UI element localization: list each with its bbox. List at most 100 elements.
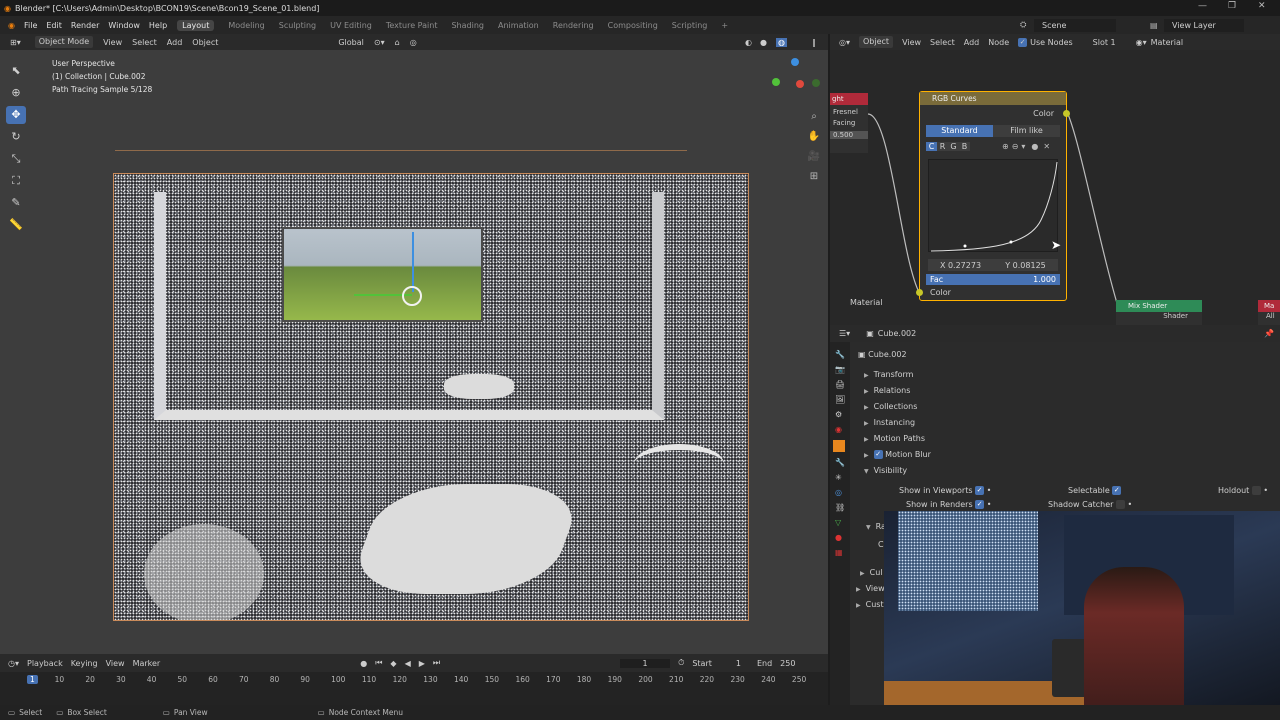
mode-dropdown[interactable]: Object Mode xyxy=(34,36,94,48)
curve-menu-icon[interactable]: ▾ xyxy=(1021,142,1025,151)
ortho-grid-icon[interactable]: ⊞ xyxy=(807,170,821,184)
menu-window[interactable]: Window xyxy=(108,21,140,30)
modifiers-tab-icon[interactable]: 🔧 xyxy=(835,458,850,467)
move-gizmo-z-arrow[interactable] xyxy=(412,232,414,292)
channel-g[interactable]: G xyxy=(948,142,959,151)
motion-blur-checkbox[interactable]: ✓ xyxy=(873,450,883,459)
object-name-field[interactable]: ▣ Cube.002 xyxy=(858,350,907,359)
camera-view-icon[interactable]: 🎥 xyxy=(807,150,821,164)
annotate-tool-icon[interactable]: ✎ xyxy=(6,194,26,212)
data-tab-icon[interactable]: ▽ xyxy=(835,518,850,527)
scene-tab-icon[interactable]: ⚙ xyxy=(835,410,850,419)
menu-select[interactable]: Select xyxy=(132,38,157,47)
panel-visibility[interactable]: ▼ Visibility xyxy=(864,466,907,475)
mix-shader-node[interactable]: Mix Shader Shader xyxy=(1116,300,1202,325)
select-tool-icon[interactable]: ⬉ xyxy=(6,62,26,80)
material-name-field[interactable]: Material xyxy=(1151,38,1184,47)
panel-motion-paths[interactable]: ▶ Motion Paths xyxy=(864,434,925,443)
rgb-curves-node[interactable]: RGB Curves Color Standard Film like C R … xyxy=(916,91,1070,301)
pivot-icon[interactable]: ⊙▾ xyxy=(374,38,385,47)
channel-c[interactable]: C xyxy=(926,142,937,151)
tab-scripting[interactable]: Scripting xyxy=(672,21,708,30)
end-frame-field[interactable]: 250 xyxy=(780,659,795,668)
keyframe-dot-icon[interactable]: • xyxy=(987,486,992,495)
zoom-icon[interactable]: ⌕ xyxy=(807,110,821,124)
tab-rendering[interactable]: Rendering xyxy=(553,21,594,30)
tab-animation[interactable]: Animation xyxy=(498,21,539,30)
tab-texture-paint[interactable]: Texture Paint xyxy=(386,21,438,30)
axis-y-icon[interactable] xyxy=(772,78,780,86)
panel-transform[interactable]: ▶ Transform xyxy=(864,370,913,379)
proportional-icon[interactable]: ◎ xyxy=(410,38,417,47)
cursor-tool-icon[interactable]: ⊕ xyxy=(6,84,26,102)
transform-tool-icon[interactable]: ⛶ xyxy=(6,172,26,190)
shading-material-icon[interactable]: ● xyxy=(760,38,767,47)
menu-view[interactable]: View xyxy=(103,38,122,47)
view-layer-tab-icon[interactable]: 🖼 xyxy=(835,395,850,404)
particles-tab-icon[interactable]: ✳ xyxy=(835,473,850,482)
menu-keying[interactable]: Keying xyxy=(71,659,98,668)
view-layer-field[interactable]: View Layer xyxy=(1164,18,1244,32)
node-editor-icon[interactable]: ◎▾ xyxy=(839,38,850,47)
menu-add[interactable]: Add xyxy=(167,38,183,47)
curve-graph[interactable] xyxy=(928,159,1058,252)
show-in-renders-checkbox[interactable]: ✓ xyxy=(975,500,985,509)
menu-node-select[interactable]: Select xyxy=(930,38,955,47)
jump-start-icon[interactable]: ⏮ xyxy=(375,658,382,668)
measure-tool-icon[interactable]: 📏 xyxy=(6,216,26,234)
timeline-ruler[interactable]: 1 10 20 30 40 50 60 70 80 90 100 110 120 130 140 150 160… xyxy=(0,673,828,687)
object-tab-icon[interactable] xyxy=(833,440,845,452)
use-nodes-checkbox[interactable]: ✓ xyxy=(1018,37,1028,47)
world-tab-icon[interactable]: ◉ xyxy=(835,425,850,434)
material-tab-icon[interactable]: ● xyxy=(835,533,850,542)
keyframe-dot-icon[interactable]: • xyxy=(987,500,992,509)
menu-render[interactable]: Render xyxy=(71,21,99,30)
menu-node[interactable]: Node xyxy=(988,38,1009,47)
panel-collections[interactable]: ▶ Collections xyxy=(864,402,917,411)
material-sphere-icon[interactable]: ◉▾ xyxy=(1136,38,1147,47)
record-icon[interactable]: ● xyxy=(360,659,367,668)
axis-x-icon[interactable] xyxy=(796,80,804,88)
panel-relations[interactable]: ▶ Relations xyxy=(864,386,910,395)
navigation-gizmo[interactable] xyxy=(768,58,824,118)
menu-timeline-view[interactable]: View xyxy=(106,659,125,668)
blender-menu-icon[interactable]: ◉ xyxy=(8,21,15,30)
zoom-out-icon[interactable]: ⊖ xyxy=(1012,142,1019,151)
menu-playback[interactable]: Playback xyxy=(27,659,63,668)
tab-shading[interactable]: Shading xyxy=(451,21,484,30)
toggle-sidebar-icon[interactable]: ‖ xyxy=(812,38,816,47)
move-gizmo-center[interactable] xyxy=(402,286,422,306)
panel-instancing[interactable]: ▶ Instancing xyxy=(864,418,915,427)
prev-key-icon[interactable]: ◆ xyxy=(390,659,396,668)
render-tab-icon[interactable]: 📷 xyxy=(835,365,850,374)
shader-type-dropdown[interactable]: Object xyxy=(859,36,894,48)
keyframe-dot-icon[interactable]: • xyxy=(1263,486,1268,495)
panel-motion-blur[interactable]: ▶ ✓ Motion Blur xyxy=(864,450,931,459)
pin-icon[interactable]: 📌 xyxy=(1264,329,1274,338)
scene-field[interactable]: Scene xyxy=(1034,18,1116,32)
tab-standard[interactable]: Standard xyxy=(926,125,993,137)
timeline-editor-icon[interactable]: ◷▾ xyxy=(8,659,19,668)
point-y-field[interactable]: Y 0.08125 xyxy=(993,261,1058,270)
show-in-viewports-checkbox[interactable]: ✓ xyxy=(975,486,985,495)
selectable-checkbox[interactable]: ✓ xyxy=(1112,486,1122,495)
play-reverse-icon[interactable]: ◀ xyxy=(405,659,411,668)
panel-viewport-display[interactable]: ▶ View xyxy=(856,584,885,593)
axis-y-neg-icon[interactable] xyxy=(812,79,820,87)
blend-value-field[interactable]: 0.500 xyxy=(830,131,868,139)
material-output-node[interactable]: Ma All xyxy=(1258,300,1280,325)
tab-layout[interactable]: Layout xyxy=(177,19,215,31)
rotate-tool-icon[interactable]: ↻ xyxy=(6,128,26,146)
tab-modeling[interactable]: Modeling xyxy=(228,21,264,30)
rendered-scene[interactable] xyxy=(113,173,749,621)
channel-b[interactable]: B xyxy=(959,142,970,151)
holdout-checkbox[interactable] xyxy=(1251,486,1261,495)
tab-sculpting[interactable]: Sculpting xyxy=(279,21,316,30)
zoom-in-icon[interactable]: ⊕ xyxy=(1002,142,1009,151)
menu-help[interactable]: Help xyxy=(149,21,167,30)
move-tool-icon[interactable]: ✥ xyxy=(6,106,26,124)
rgb-curves-title[interactable]: RGB Curves xyxy=(920,92,1066,105)
snap-icon[interactable]: ⌂ xyxy=(395,38,400,47)
shadow-catcher-checkbox[interactable] xyxy=(1115,500,1125,509)
menu-node-view[interactable]: View xyxy=(902,38,921,47)
